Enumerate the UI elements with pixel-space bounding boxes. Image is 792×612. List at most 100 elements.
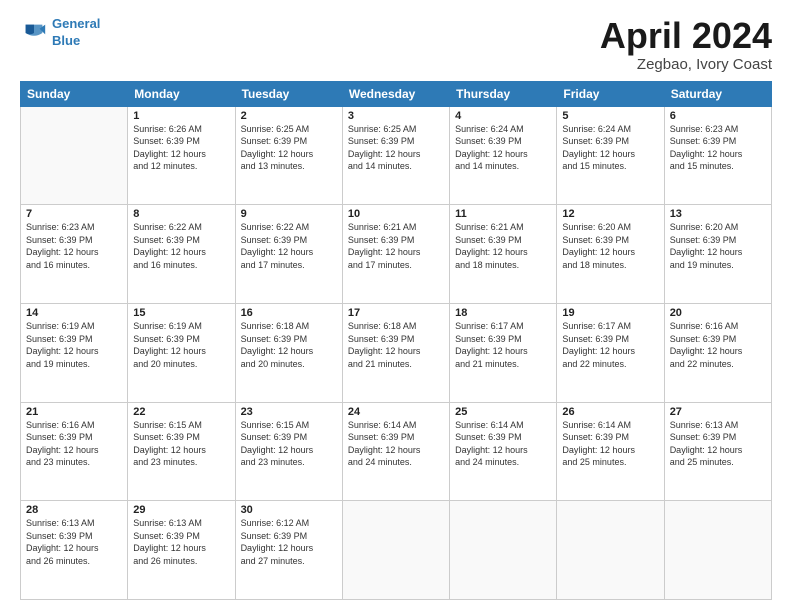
calendar-cell: 9Sunrise: 6:22 AM Sunset: 6:39 PM Daylig… bbox=[235, 205, 342, 304]
calendar-cell bbox=[557, 501, 664, 600]
header: General Blue April 2024 Zegbao, Ivory Co… bbox=[20, 16, 772, 73]
day-number: 7 bbox=[26, 208, 122, 220]
calendar-cell: 11Sunrise: 6:21 AM Sunset: 6:39 PM Dayli… bbox=[450, 205, 557, 304]
day-info: Sunrise: 6:13 AM Sunset: 6:39 PM Dayligh… bbox=[670, 419, 766, 469]
calendar-cell: 4Sunrise: 6:24 AM Sunset: 6:39 PM Daylig… bbox=[450, 106, 557, 205]
day-number: 9 bbox=[241, 208, 337, 220]
calendar-cell: 13Sunrise: 6:20 AM Sunset: 6:39 PM Dayli… bbox=[664, 205, 771, 304]
day-number: 15 bbox=[133, 307, 229, 319]
calendar-table: SundayMondayTuesdayWednesdayThursdayFrid… bbox=[20, 81, 772, 600]
calendar-cell: 5Sunrise: 6:24 AM Sunset: 6:39 PM Daylig… bbox=[557, 106, 664, 205]
calendar-header-sunday: Sunday bbox=[21, 81, 128, 106]
day-info: Sunrise: 6:16 AM Sunset: 6:39 PM Dayligh… bbox=[26, 419, 122, 469]
day-info: Sunrise: 6:12 AM Sunset: 6:39 PM Dayligh… bbox=[241, 517, 337, 567]
day-number: 28 bbox=[26, 504, 122, 516]
calendar-body: 1Sunrise: 6:26 AM Sunset: 6:39 PM Daylig… bbox=[21, 106, 772, 599]
calendar-cell bbox=[342, 501, 449, 600]
day-number: 27 bbox=[670, 406, 766, 418]
calendar-header-friday: Friday bbox=[557, 81, 664, 106]
day-number: 18 bbox=[455, 307, 551, 319]
day-info: Sunrise: 6:18 AM Sunset: 6:39 PM Dayligh… bbox=[348, 320, 444, 370]
logo-text: General Blue bbox=[52, 16, 100, 50]
day-info: Sunrise: 6:19 AM Sunset: 6:39 PM Dayligh… bbox=[26, 320, 122, 370]
day-number: 4 bbox=[455, 110, 551, 122]
calendar-week-5: 28Sunrise: 6:13 AM Sunset: 6:39 PM Dayli… bbox=[21, 501, 772, 600]
calendar-header-thursday: Thursday bbox=[450, 81, 557, 106]
day-info: Sunrise: 6:20 AM Sunset: 6:39 PM Dayligh… bbox=[670, 221, 766, 271]
day-number: 6 bbox=[670, 110, 766, 122]
day-info: Sunrise: 6:14 AM Sunset: 6:39 PM Dayligh… bbox=[348, 419, 444, 469]
day-number: 24 bbox=[348, 406, 444, 418]
day-info: Sunrise: 6:21 AM Sunset: 6:39 PM Dayligh… bbox=[455, 221, 551, 271]
day-number: 3 bbox=[348, 110, 444, 122]
calendar-cell: 25Sunrise: 6:14 AM Sunset: 6:39 PM Dayli… bbox=[450, 402, 557, 501]
calendar-cell: 10Sunrise: 6:21 AM Sunset: 6:39 PM Dayli… bbox=[342, 205, 449, 304]
calendar-cell bbox=[664, 501, 771, 600]
day-info: Sunrise: 6:15 AM Sunset: 6:39 PM Dayligh… bbox=[241, 419, 337, 469]
day-info: Sunrise: 6:22 AM Sunset: 6:39 PM Dayligh… bbox=[241, 221, 337, 271]
day-info: Sunrise: 6:20 AM Sunset: 6:39 PM Dayligh… bbox=[562, 221, 658, 271]
day-number: 10 bbox=[348, 208, 444, 220]
day-info: Sunrise: 6:25 AM Sunset: 6:39 PM Dayligh… bbox=[348, 123, 444, 173]
day-info: Sunrise: 6:13 AM Sunset: 6:39 PM Dayligh… bbox=[26, 517, 122, 567]
day-info: Sunrise: 6:17 AM Sunset: 6:39 PM Dayligh… bbox=[455, 320, 551, 370]
day-info: Sunrise: 6:18 AM Sunset: 6:39 PM Dayligh… bbox=[241, 320, 337, 370]
day-info: Sunrise: 6:24 AM Sunset: 6:39 PM Dayligh… bbox=[562, 123, 658, 173]
calendar-week-1: 1Sunrise: 6:26 AM Sunset: 6:39 PM Daylig… bbox=[21, 106, 772, 205]
day-number: 17 bbox=[348, 307, 444, 319]
calendar-cell: 23Sunrise: 6:15 AM Sunset: 6:39 PM Dayli… bbox=[235, 402, 342, 501]
calendar-cell: 21Sunrise: 6:16 AM Sunset: 6:39 PM Dayli… bbox=[21, 402, 128, 501]
day-number: 20 bbox=[670, 307, 766, 319]
day-info: Sunrise: 6:16 AM Sunset: 6:39 PM Dayligh… bbox=[670, 320, 766, 370]
calendar-cell: 26Sunrise: 6:14 AM Sunset: 6:39 PM Dayli… bbox=[557, 402, 664, 501]
calendar-cell: 22Sunrise: 6:15 AM Sunset: 6:39 PM Dayli… bbox=[128, 402, 235, 501]
day-number: 23 bbox=[241, 406, 337, 418]
day-info: Sunrise: 6:13 AM Sunset: 6:39 PM Dayligh… bbox=[133, 517, 229, 567]
calendar-cell: 1Sunrise: 6:26 AM Sunset: 6:39 PM Daylig… bbox=[128, 106, 235, 205]
day-number: 30 bbox=[241, 504, 337, 516]
calendar-cell: 30Sunrise: 6:12 AM Sunset: 6:39 PM Dayli… bbox=[235, 501, 342, 600]
calendar-cell: 8Sunrise: 6:22 AM Sunset: 6:39 PM Daylig… bbox=[128, 205, 235, 304]
day-info: Sunrise: 6:26 AM Sunset: 6:39 PM Dayligh… bbox=[133, 123, 229, 173]
calendar-cell: 2Sunrise: 6:25 AM Sunset: 6:39 PM Daylig… bbox=[235, 106, 342, 205]
calendar-cell: 27Sunrise: 6:13 AM Sunset: 6:39 PM Dayli… bbox=[664, 402, 771, 501]
calendar-cell: 29Sunrise: 6:13 AM Sunset: 6:39 PM Dayli… bbox=[128, 501, 235, 600]
logo: General Blue bbox=[20, 16, 100, 50]
day-number: 11 bbox=[455, 208, 551, 220]
day-info: Sunrise: 6:23 AM Sunset: 6:39 PM Dayligh… bbox=[26, 221, 122, 271]
calendar-header-saturday: Saturday bbox=[664, 81, 771, 106]
day-number: 13 bbox=[670, 208, 766, 220]
day-number: 21 bbox=[26, 406, 122, 418]
calendar-cell bbox=[21, 106, 128, 205]
day-number: 19 bbox=[562, 307, 658, 319]
day-number: 14 bbox=[26, 307, 122, 319]
calendar-header-monday: Monday bbox=[128, 81, 235, 106]
calendar-cell: 12Sunrise: 6:20 AM Sunset: 6:39 PM Dayli… bbox=[557, 205, 664, 304]
day-number: 5 bbox=[562, 110, 658, 122]
day-number: 26 bbox=[562, 406, 658, 418]
day-number: 29 bbox=[133, 504, 229, 516]
calendar-header-row: SundayMondayTuesdayWednesdayThursdayFrid… bbox=[21, 81, 772, 106]
calendar-cell: 19Sunrise: 6:17 AM Sunset: 6:39 PM Dayli… bbox=[557, 303, 664, 402]
main-title: April 2024 bbox=[600, 16, 772, 56]
day-number: 1 bbox=[133, 110, 229, 122]
day-number: 8 bbox=[133, 208, 229, 220]
day-number: 16 bbox=[241, 307, 337, 319]
day-info: Sunrise: 6:17 AM Sunset: 6:39 PM Dayligh… bbox=[562, 320, 658, 370]
day-info: Sunrise: 6:22 AM Sunset: 6:39 PM Dayligh… bbox=[133, 221, 229, 271]
calendar-cell bbox=[450, 501, 557, 600]
calendar-cell: 7Sunrise: 6:23 AM Sunset: 6:39 PM Daylig… bbox=[21, 205, 128, 304]
calendar-week-4: 21Sunrise: 6:16 AM Sunset: 6:39 PM Dayli… bbox=[21, 402, 772, 501]
calendar-header-wednesday: Wednesday bbox=[342, 81, 449, 106]
day-number: 12 bbox=[562, 208, 658, 220]
calendar-cell: 3Sunrise: 6:25 AM Sunset: 6:39 PM Daylig… bbox=[342, 106, 449, 205]
day-info: Sunrise: 6:19 AM Sunset: 6:39 PM Dayligh… bbox=[133, 320, 229, 370]
calendar-cell: 6Sunrise: 6:23 AM Sunset: 6:39 PM Daylig… bbox=[664, 106, 771, 205]
day-info: Sunrise: 6:15 AM Sunset: 6:39 PM Dayligh… bbox=[133, 419, 229, 469]
calendar-cell: 15Sunrise: 6:19 AM Sunset: 6:39 PM Dayli… bbox=[128, 303, 235, 402]
calendar-cell: 17Sunrise: 6:18 AM Sunset: 6:39 PM Dayli… bbox=[342, 303, 449, 402]
calendar-week-2: 7Sunrise: 6:23 AM Sunset: 6:39 PM Daylig… bbox=[21, 205, 772, 304]
title-block: April 2024 Zegbao, Ivory Coast bbox=[600, 16, 772, 73]
logo-icon bbox=[20, 19, 48, 47]
calendar-cell: 20Sunrise: 6:16 AM Sunset: 6:39 PM Dayli… bbox=[664, 303, 771, 402]
